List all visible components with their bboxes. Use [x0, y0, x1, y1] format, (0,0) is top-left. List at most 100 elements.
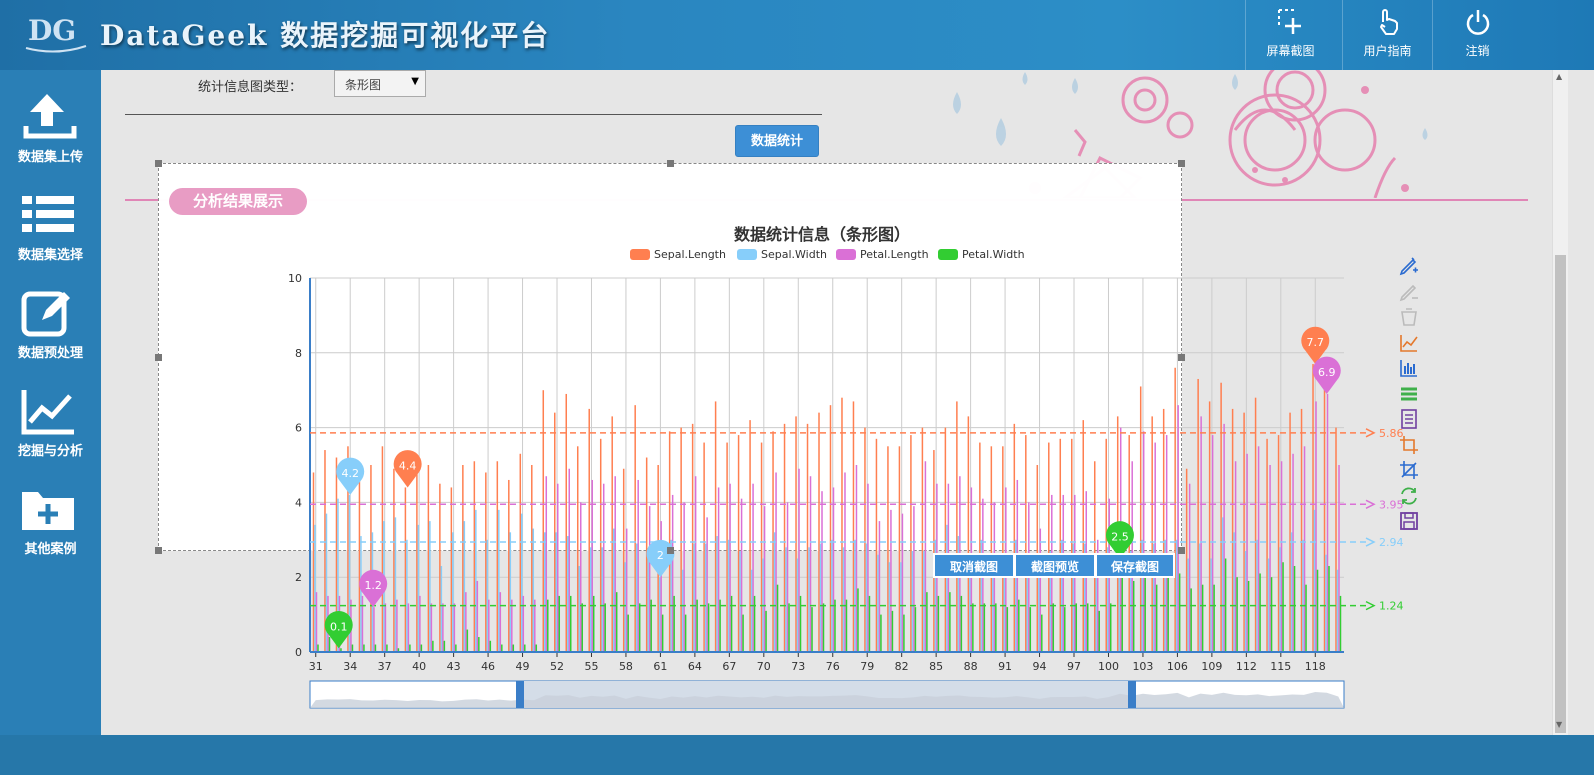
bar-chart-icon[interactable]: [1398, 357, 1420, 379]
x-tick-label: 64: [688, 660, 702, 673]
cancel-capture-button[interactable]: 取消截图: [933, 553, 1015, 578]
bar: [887, 446, 889, 652]
bar: [798, 468, 800, 652]
selection-handle[interactable]: [667, 160, 674, 167]
bar: [463, 521, 466, 652]
bar: [888, 562, 891, 652]
bar: [1303, 446, 1306, 652]
zoom-reset-icon[interactable]: [1398, 459, 1420, 481]
bar: [806, 423, 809, 652]
bar: [1270, 577, 1273, 652]
bar: [1175, 539, 1178, 652]
legend-label: Sepal.Length: [654, 248, 726, 261]
bar: [407, 603, 410, 652]
bar: [373, 607, 375, 652]
bar: [462, 465, 464, 652]
bar: [1075, 603, 1078, 652]
bar: [542, 390, 545, 652]
bar: [972, 603, 974, 652]
bar: [775, 472, 777, 652]
bar: [727, 539, 730, 652]
scroll-down-icon[interactable]: ▼: [1556, 720, 1562, 729]
selection-handle[interactable]: [155, 354, 162, 361]
bar: [396, 599, 398, 652]
bar: [923, 551, 925, 652]
bar: [384, 603, 387, 652]
bar: [658, 577, 661, 652]
bar: [1244, 551, 1247, 652]
bar: [1052, 603, 1055, 652]
data-zoom-slider[interactable]: [309, 680, 1345, 709]
selection-handle[interactable]: [667, 547, 674, 554]
data-view-icon[interactable]: [1398, 408, 1420, 430]
bar: [351, 644, 354, 652]
selection-handle[interactable]: [155, 547, 162, 554]
bar: [532, 528, 535, 652]
bar: [312, 472, 315, 652]
marker-label: 4.4: [399, 459, 417, 472]
bar: [867, 483, 869, 652]
bar: [844, 472, 846, 652]
stack-icon[interactable]: [1398, 383, 1420, 405]
bar: [750, 569, 753, 652]
bar: [374, 644, 377, 652]
x-tick-label: 115: [1270, 660, 1291, 673]
bar: [706, 517, 708, 652]
bar: [776, 584, 779, 652]
bar: [315, 592, 318, 652]
bar: [719, 599, 721, 652]
page-scrollbar[interactable]: ▲ ▼: [1552, 70, 1568, 735]
bar: [788, 603, 790, 652]
selection-handle[interactable]: [1178, 160, 1185, 167]
scroll-up-icon[interactable]: ▲: [1556, 72, 1562, 81]
line-chart-icon[interactable]: [1398, 332, 1420, 354]
bar: [1105, 438, 1107, 652]
bar: [680, 427, 682, 652]
bar: [576, 446, 579, 652]
mark-clear-icon[interactable]: [1398, 306, 1420, 328]
x-tick-label: 55: [584, 660, 598, 673]
mark-undo-icon[interactable]: [1398, 281, 1420, 303]
bar: [545, 476, 548, 652]
bar: [822, 603, 825, 652]
zoom-icon[interactable]: [1398, 434, 1420, 456]
restore-icon[interactable]: [1398, 485, 1420, 507]
scroll-thumb[interactable]: [1555, 255, 1566, 733]
selection-handle[interactable]: [155, 160, 162, 167]
bar: [714, 401, 717, 652]
preview-capture-button[interactable]: 截图预览: [1014, 553, 1096, 578]
bar: [864, 427, 866, 652]
selection-handle[interactable]: [1178, 354, 1185, 361]
bar: [1029, 607, 1032, 652]
bar: [473, 461, 476, 652]
bar: [960, 595, 963, 652]
bar: [1313, 509, 1316, 652]
bar: [760, 442, 763, 652]
bar: [926, 592, 928, 652]
save-image-icon[interactable]: [1398, 510, 1420, 532]
bar: [1326, 393, 1329, 652]
bar: [409, 644, 411, 652]
bar: [819, 543, 822, 652]
bar: [417, 524, 420, 652]
bar: [1246, 453, 1248, 652]
x-tick-label: 31: [309, 660, 323, 673]
bar: [1236, 577, 1238, 652]
bar: [393, 468, 395, 652]
selection-handle[interactable]: [1178, 547, 1185, 554]
bar: [1277, 435, 1280, 652]
x-tick-label: 37: [378, 660, 392, 673]
bar: [634, 405, 636, 652]
bar: [1002, 446, 1004, 652]
bar: [857, 588, 859, 652]
bar: [983, 603, 986, 652]
mark-pen-icon[interactable]: [1398, 255, 1420, 277]
bar: [811, 607, 813, 652]
bar: [1201, 584, 1204, 652]
x-tick-label: 106: [1167, 660, 1188, 673]
bar: [478, 637, 480, 652]
bar: [625, 528, 628, 652]
save-capture-button[interactable]: 保存截图: [1095, 553, 1175, 578]
bar: [841, 397, 843, 652]
bar: [589, 547, 592, 652]
